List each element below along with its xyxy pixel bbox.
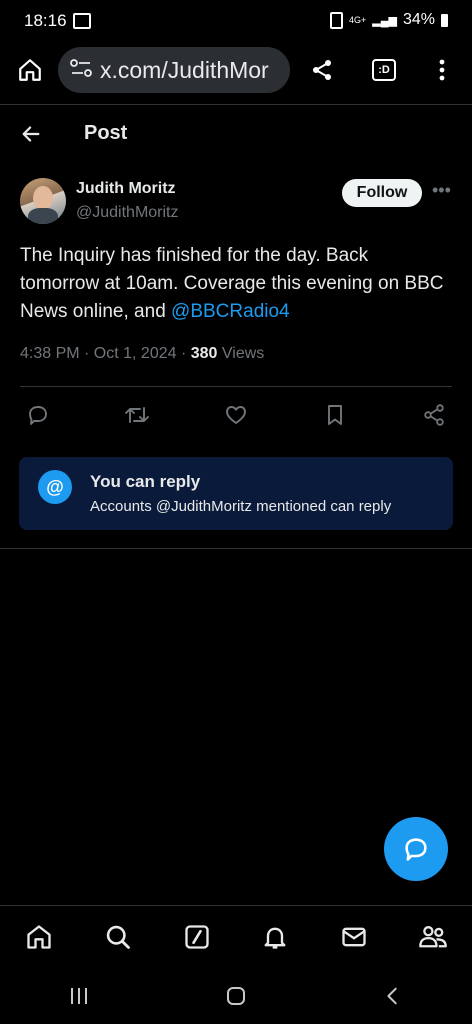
url-bar[interactable]: x.com/JudithMor: [58, 47, 290, 93]
gallery-notification-icon: [73, 13, 91, 29]
reply-banner-title: You can reply: [90, 472, 201, 491]
at-sign-icon: @: [38, 470, 72, 504]
post-meta: 4:38 PM · Oct 1, 2024 · 380 Views: [20, 345, 264, 363]
battery-saver-icon: [329, 11, 343, 29]
divider: [20, 386, 452, 387]
communities-icon[interactable]: [415, 919, 451, 955]
like-icon[interactable]: [218, 397, 254, 433]
share-page-icon[interactable]: [306, 55, 338, 85]
bottom-tab-bar: [0, 905, 472, 968]
signal-icon: ▂▄▆: [372, 14, 397, 27]
browser-menu-icon[interactable]: [428, 55, 456, 85]
views-label: Views: [217, 345, 265, 362]
reply-banner-subtitle: Accounts @JudithMoritz mentioned can rep…: [90, 498, 392, 515]
reply-icon[interactable]: [20, 397, 56, 433]
notifications-icon[interactable]: [257, 919, 293, 955]
post-actions: [20, 395, 452, 435]
divider: [0, 548, 472, 549]
avatar[interactable]: [20, 178, 66, 224]
battery-icon: [441, 13, 448, 27]
page-title: Post: [84, 122, 128, 144]
repost-icon[interactable]: [119, 397, 155, 433]
reply-restriction-banner: [19, 457, 453, 530]
browser-home-icon[interactable]: [14, 55, 46, 85]
follow-button[interactable]: Follow: [342, 179, 422, 207]
chat-bubble-icon: [405, 838, 427, 861]
status-time: 18:16: [24, 11, 67, 30]
post-timestamp[interactable]: 4:38 PM · Oct 1, 2024 ·: [20, 345, 191, 362]
post-text: The Inquiry has finished for the day. Ba…: [20, 242, 452, 326]
messages-icon[interactable]: [336, 919, 372, 955]
recent-apps-icon[interactable]: [61, 978, 97, 1014]
views-count: 380: [190, 345, 218, 362]
bookmark-icon[interactable]: [317, 397, 353, 433]
compose-reply-button[interactable]: [384, 817, 448, 881]
grok-icon[interactable]: [179, 919, 215, 955]
network-type: 4G+: [348, 15, 367, 25]
back-arrow-icon[interactable]: [18, 121, 44, 147]
system-back-icon[interactable]: [375, 978, 411, 1014]
home-icon[interactable]: [21, 919, 57, 955]
share-icon[interactable]: [416, 397, 452, 433]
status-indicators: 4G+ ▂▄▆ 34%: [329, 11, 448, 29]
author-handle[interactable]: @JudithMoritz: [76, 204, 179, 222]
search-icon[interactable]: [100, 919, 136, 955]
system-home-icon[interactable]: [218, 978, 254, 1014]
system-nav-bar: [0, 967, 472, 1024]
tab-switcher-icon[interactable]: :D: [368, 55, 400, 85]
battery-level: 34%: [402, 11, 435, 28]
author-name[interactable]: Judith Moritz: [76, 180, 176, 198]
url-text: x.com/JudithMor: [100, 56, 269, 83]
mention-link[interactable]: @BBCRadio4: [171, 301, 290, 322]
site-settings-icon[interactable]: [70, 58, 92, 82]
more-options-icon[interactable]: •••: [432, 180, 451, 201]
